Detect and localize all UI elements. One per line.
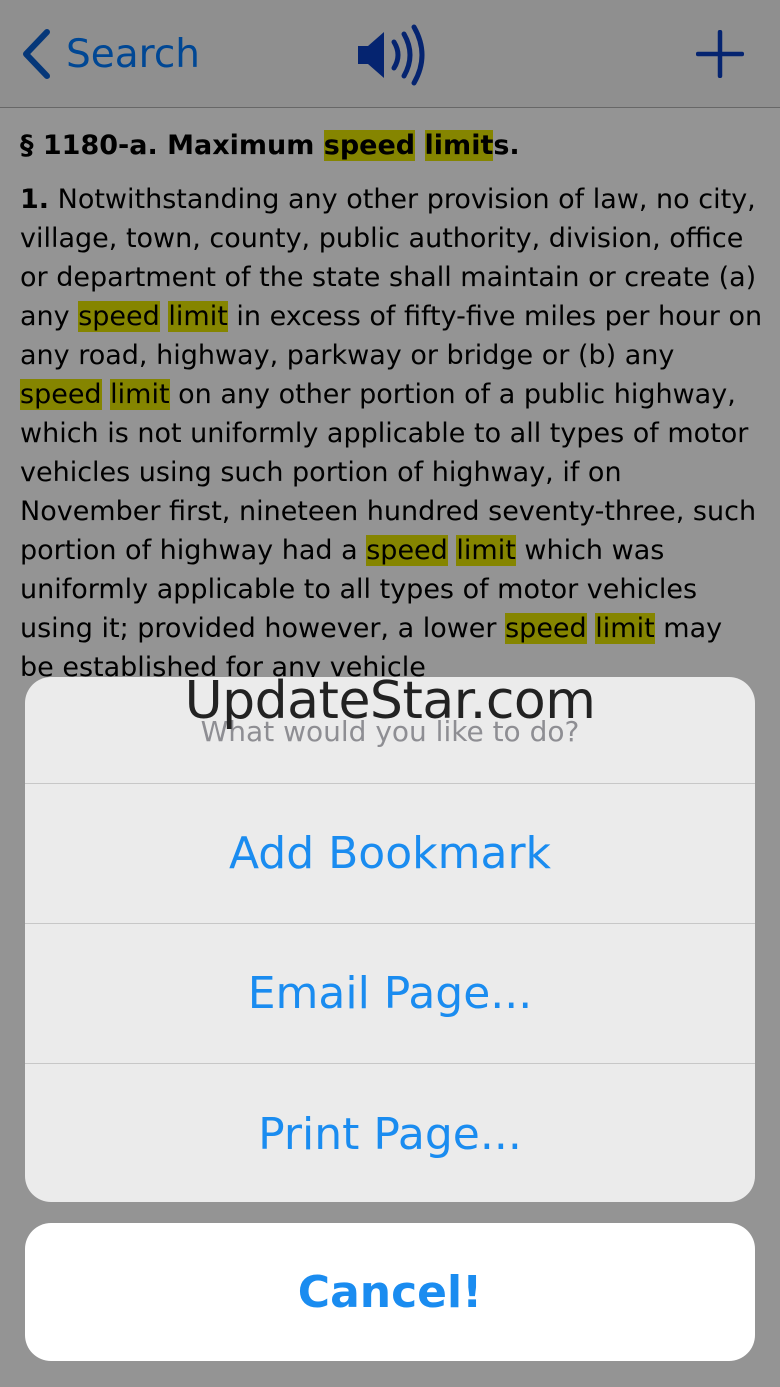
watermark: UpdateStar.com: [184, 677, 596, 731]
action-sheet: What would you like to do? UpdateStar.co…: [25, 677, 755, 1202]
cancel-button[interactable]: Cancel!: [25, 1223, 755, 1361]
email-page-button[interactable]: Email Page...: [25, 924, 755, 1064]
add-bookmark-button[interactable]: Add Bookmark: [25, 784, 755, 924]
print-page-button[interactable]: Print Page...: [25, 1064, 755, 1202]
action-sheet-header: What would you like to do? UpdateStar.co…: [25, 677, 755, 784]
